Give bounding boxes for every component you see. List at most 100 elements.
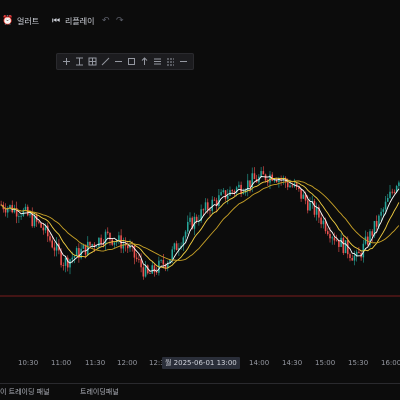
more-icon[interactable] <box>179 56 189 68</box>
candle <box>262 171 265 175</box>
candle <box>242 192 245 194</box>
candle <box>227 195 229 199</box>
candle <box>342 237 345 254</box>
candle <box>375 220 378 227</box>
candle <box>173 243 176 250</box>
candle <box>75 248 78 257</box>
candle <box>309 202 311 211</box>
text-icon[interactable] <box>166 56 176 68</box>
undo-icon[interactable]: ↶ <box>102 16 110 26</box>
candle <box>391 191 393 193</box>
horizontal-line-icon[interactable] <box>74 56 84 68</box>
candle <box>135 257 138 260</box>
candle <box>224 190 227 199</box>
candle <box>175 243 178 251</box>
candle <box>398 182 400 187</box>
time-tick: 15:30 <box>348 359 369 367</box>
ray-icon[interactable] <box>113 56 123 68</box>
candle <box>351 257 353 261</box>
candle <box>95 246 98 248</box>
arrow-icon[interactable] <box>140 56 150 68</box>
candle <box>49 236 51 241</box>
candle <box>204 202 207 211</box>
candle <box>73 256 76 258</box>
alarm-plus-icon[interactable]: ⏰ <box>2 16 13 26</box>
candle <box>160 260 162 261</box>
rectangle-icon[interactable] <box>126 56 136 68</box>
fib-icon[interactable] <box>153 56 163 68</box>
candle <box>162 260 165 265</box>
candle <box>253 173 256 180</box>
time-axis[interactable]: 10:30 11:00 11:30 12:00 12:3 월 2025-06-0… <box>0 356 400 372</box>
replay-button[interactable]: 리플레이 <box>65 17 94 27</box>
candle <box>344 240 347 254</box>
candle <box>144 265 147 277</box>
candle <box>222 190 225 193</box>
candle <box>91 244 93 246</box>
candle <box>249 180 251 188</box>
candle <box>64 257 67 266</box>
candle <box>231 190 233 192</box>
grid-icon[interactable] <box>87 56 97 68</box>
candle <box>300 188 302 199</box>
candle <box>313 200 316 215</box>
candle <box>104 231 107 245</box>
candle <box>24 206 27 210</box>
redo-icon[interactable]: ↷ <box>116 16 124 26</box>
time-tick: 12:00 <box>117 359 138 367</box>
candle <box>209 209 211 211</box>
candle <box>340 237 342 247</box>
candle <box>291 185 293 187</box>
time-tick: 15:00 <box>315 359 336 367</box>
candle <box>393 191 396 193</box>
candle <box>38 221 40 223</box>
candle <box>89 241 91 246</box>
candle <box>71 257 73 260</box>
alert-button[interactable]: 얼러트 <box>17 17 39 27</box>
candle <box>320 217 322 225</box>
trend-line-icon[interactable] <box>100 56 110 68</box>
candle <box>327 231 329 235</box>
price-chart[interactable] <box>0 80 400 360</box>
candle <box>289 185 291 188</box>
candle <box>220 192 222 196</box>
candlestick-chart[interactable] <box>0 80 400 360</box>
candle <box>353 255 356 261</box>
candle <box>387 198 389 202</box>
candle <box>269 174 271 183</box>
candle <box>53 247 56 251</box>
cursor-icon[interactable] <box>61 56 71 68</box>
candle <box>18 216 20 217</box>
candle <box>87 241 89 255</box>
candle <box>287 182 289 188</box>
candle <box>260 171 262 177</box>
candle <box>211 199 213 211</box>
candle <box>51 240 53 248</box>
candle <box>335 240 338 242</box>
time-tick: 14:30 <box>282 359 303 367</box>
candle <box>100 237 102 245</box>
time-tick: 11:00 <box>51 359 72 367</box>
candle <box>184 231 187 238</box>
candle <box>273 180 276 182</box>
candle <box>20 215 22 217</box>
candle <box>42 227 45 231</box>
time-tick: 14:00 <box>249 359 270 367</box>
trading-panel-tab-2[interactable]: 트레이딩패널 <box>80 388 119 397</box>
candle <box>384 201 387 210</box>
top-toolbar: ⏰ 얼러트 ⏮ 리플레이 ↶ ↷ <box>0 0 400 44</box>
candle <box>358 251 360 254</box>
rewind-icon[interactable]: ⏮ <box>52 16 60 26</box>
candle <box>171 249 173 260</box>
candle <box>238 184 240 188</box>
candle <box>195 216 198 222</box>
candle <box>349 254 351 258</box>
trading-panel-tab[interactable]: 이 트레이딩 패널 <box>0 388 50 397</box>
candle <box>302 194 305 199</box>
candle <box>233 191 236 193</box>
candle <box>307 200 309 211</box>
time-tick: 10:30 <box>18 359 39 367</box>
candle <box>98 237 100 247</box>
candle <box>315 207 318 215</box>
candle <box>142 267 145 277</box>
